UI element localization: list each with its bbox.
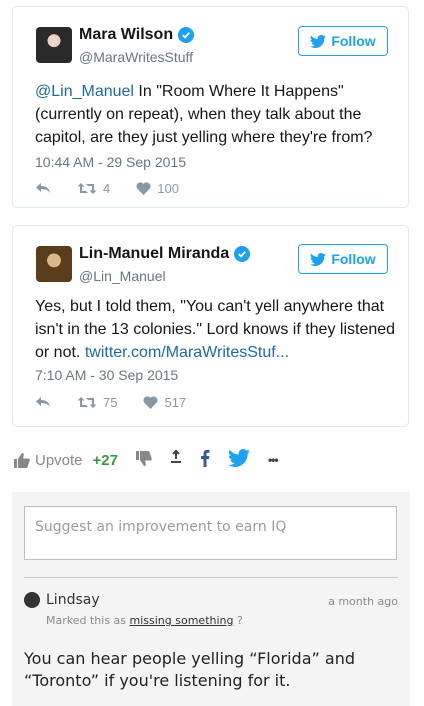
downvote-button[interactable] bbox=[135, 450, 152, 470]
tweet-card-mara-wilson: Mara Wilson @MaraWritesStuff Follow @Lin… bbox=[12, 6, 409, 208]
tweet-text: @Lin_Manuel In "Room Where It Happens" (… bbox=[35, 80, 397, 149]
like-button[interactable]: 517 bbox=[143, 395, 186, 410]
retweet-count: 75 bbox=[103, 394, 118, 410]
mention-link[interactable]: @Lin_Manuel bbox=[35, 83, 134, 100]
tweet-author-name-wrap: Mara Wilson bbox=[79, 26, 195, 44]
tweet-author-name-wrap: Lin-Manuel Miranda bbox=[79, 245, 251, 263]
follow-label: Follow bbox=[331, 33, 376, 49]
tweet-date[interactable]: 7:10 AM - 30 Sep 2015 bbox=[35, 367, 178, 383]
verified-icon bbox=[178, 27, 195, 43]
tweet-author-handle[interactable]: @Lin_Manuel bbox=[79, 268, 166, 284]
comment-body: You can hear people yelling “Florida” an… bbox=[24, 649, 355, 690]
tweet-actions: 4 100 bbox=[35, 178, 205, 198]
retweet-icon bbox=[77, 396, 97, 408]
retweet-icon bbox=[77, 182, 97, 194]
annotation-panel: Suggest an improvement to earn IQ Lindsa… bbox=[12, 492, 410, 706]
reddit-share-button[interactable] bbox=[170, 449, 182, 470]
twitter-bird-icon bbox=[310, 34, 327, 48]
avatar[interactable] bbox=[36, 246, 72, 282]
tweet-author-handle[interactable]: @MaraWritesStuff bbox=[79, 49, 193, 65]
avatar[interactable] bbox=[36, 27, 72, 63]
twitter-share-icon bbox=[227, 449, 250, 467]
like-button[interactable]: 100 bbox=[136, 181, 179, 196]
reply-icon bbox=[36, 183, 50, 193]
tweet-author-name[interactable]: Lin-Manuel Miranda bbox=[79, 245, 229, 263]
reply-button[interactable] bbox=[35, 182, 51, 194]
reddit-icon bbox=[170, 449, 181, 463]
comment-status: Marked this as missing something ? bbox=[46, 614, 243, 627]
tweet-link[interactable]: twitter.com/MaraWritesStuf... bbox=[85, 344, 289, 361]
marked-suffix: ? bbox=[233, 614, 243, 627]
retweet-button[interactable]: 75 bbox=[77, 395, 117, 410]
retweet-button[interactable]: 4 bbox=[77, 181, 110, 196]
twitter-bird-icon bbox=[310, 252, 327, 266]
missing-something-tag[interactable]: missing something bbox=[130, 614, 234, 627]
divider bbox=[24, 577, 398, 578]
reply-button[interactable] bbox=[35, 396, 51, 408]
suggest-improvement-input[interactable]: Suggest an improvement to earn IQ bbox=[24, 506, 397, 560]
comment-time: a month ago bbox=[328, 595, 398, 608]
marked-prefix: Marked this as bbox=[46, 614, 130, 627]
vote-share-bar: Upvote +27 ••• bbox=[14, 448, 410, 472]
vote-score: +27 bbox=[92, 451, 118, 469]
more-icon[interactable]: ••• bbox=[268, 453, 279, 467]
tweet-author-name[interactable]: Mara Wilson bbox=[79, 26, 173, 44]
reply-icon bbox=[36, 397, 50, 407]
facebook-share-button[interactable] bbox=[200, 449, 210, 471]
like-count: 100 bbox=[157, 180, 179, 196]
facebook-icon bbox=[200, 449, 210, 467]
tweet-text: Yes, but I told them, "You can't yell an… bbox=[35, 295, 397, 364]
verified-icon bbox=[234, 246, 251, 262]
thumbs-down-icon bbox=[135, 450, 152, 466]
upvote-button[interactable]: Upvote bbox=[14, 452, 83, 469]
heart-icon bbox=[136, 181, 151, 195]
comment-author[interactable]: Lindsay bbox=[24, 592, 100, 608]
twitter-share-button[interactable] bbox=[227, 449, 250, 471]
follow-button[interactable]: Follow bbox=[298, 244, 388, 274]
retweet-count: 4 bbox=[103, 180, 111, 196]
user-icon bbox=[24, 592, 40, 608]
like-count: 517 bbox=[164, 394, 187, 410]
tweet-card-lin-manuel: Lin-Manuel Miranda @Lin_Manuel Follow Ye… bbox=[12, 225, 409, 427]
upvote-label: Upvote bbox=[35, 451, 83, 469]
thumbs-up-icon bbox=[14, 452, 30, 468]
heart-icon bbox=[143, 395, 159, 409]
follow-button[interactable]: Follow bbox=[298, 26, 388, 56]
comment-author-name: Lindsay bbox=[46, 592, 100, 608]
tweet-actions: 75 517 bbox=[35, 392, 212, 412]
follow-label: Follow bbox=[331, 251, 376, 267]
tweet-date[interactable]: 10:44 AM - 29 Sep 2015 bbox=[35, 154, 186, 170]
